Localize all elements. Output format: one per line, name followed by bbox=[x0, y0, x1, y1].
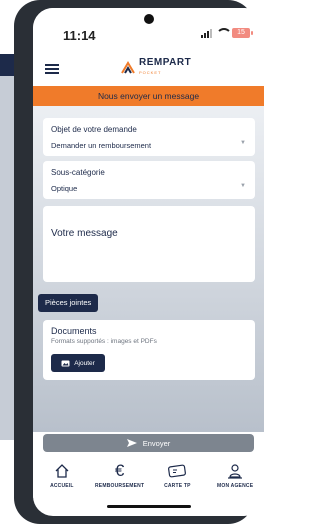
nav-label: MON AGENCE bbox=[216, 483, 254, 489]
image-icon bbox=[61, 360, 70, 366]
nav-item-mon-agence[interactable]: MON AGENCE bbox=[207, 462, 263, 489]
send-label: Envoyer bbox=[142, 438, 171, 448]
send-button[interactable]: Envoyer bbox=[43, 434, 254, 452]
logo-mark-icon bbox=[121, 61, 135, 74]
status-icons: 15 bbox=[201, 28, 253, 38]
signal-icon bbox=[201, 28, 212, 38]
home-indicator[interactable] bbox=[107, 505, 191, 508]
nav-label: CARTE TP bbox=[164, 483, 191, 489]
form-area: Objet de votre demande Demander un rembo… bbox=[33, 106, 264, 432]
nav-item-accueil[interactable]: ACCUEIL bbox=[34, 462, 90, 489]
documents-title: Documents bbox=[51, 326, 97, 336]
message-textarea[interactable]: Votre message bbox=[43, 206, 255, 282]
add-attachment-button[interactable]: Ajouter bbox=[51, 354, 105, 372]
page-title: Nous envoyer un message bbox=[33, 86, 264, 106]
nav-item-remboursement[interactable]: € REMBOURSEMENT bbox=[92, 461, 148, 490]
subcategory-label: Sous-catégorie bbox=[51, 168, 105, 177]
camera-icon bbox=[144, 14, 154, 24]
clock: 11:14 bbox=[63, 28, 96, 43]
send-icon bbox=[126, 439, 137, 447]
object-label: Objet de votre demande bbox=[51, 125, 137, 134]
chevron-down-icon: ▼ bbox=[240, 183, 246, 189]
wifi-icon bbox=[216, 28, 232, 38]
documents-card: Documents Formats supportés : images et … bbox=[43, 320, 255, 380]
nav-label: ACCUEIL bbox=[50, 483, 74, 489]
message-placeholder: Votre message bbox=[51, 228, 118, 239]
object-value: Demander un remboursement bbox=[51, 141, 152, 150]
nav-label: REMBOURSEMENT bbox=[94, 483, 145, 489]
documents-subtitle: Formats supportés : images et PDFs bbox=[51, 338, 157, 345]
battery-icon: 15 bbox=[232, 28, 253, 38]
agency-icon bbox=[228, 464, 243, 479]
logo-subtext: POCKET bbox=[139, 70, 162, 75]
card-icon bbox=[168, 464, 187, 478]
phone-frame: 11:14 15 REMPART POCKET Nous envoyer un … bbox=[14, 0, 264, 524]
subcategory-select[interactable]: Sous-catégorie Optique ▼ bbox=[43, 161, 255, 199]
nav-item-carte-tp[interactable]: CARTE TP bbox=[149, 462, 205, 489]
home-icon bbox=[55, 464, 69, 478]
chevron-down-icon: ▼ bbox=[240, 140, 246, 146]
logo-text: REMPART bbox=[139, 57, 192, 68]
bottom-navigation: ACCUEIL € REMBOURSEMENT CARTE TP MON AGE… bbox=[33, 454, 264, 498]
add-label: Ajouter bbox=[74, 359, 95, 367]
status-bar: 11:14 15 bbox=[33, 8, 264, 52]
subcategory-value: Optique bbox=[51, 184, 78, 193]
euro-icon: € bbox=[114, 461, 125, 480]
object-select[interactable]: Objet de votre demande Demander un rembo… bbox=[43, 118, 255, 156]
rempart-logo: REMPART POCKET bbox=[121, 58, 191, 78]
attachments-tag: Pièces jointes bbox=[38, 294, 99, 312]
app-screen: 11:14 15 REMPART POCKET Nous envoyer un … bbox=[33, 8, 264, 516]
menu-icon[interactable] bbox=[45, 64, 59, 74]
app-header: REMPART POCKET bbox=[33, 52, 264, 86]
